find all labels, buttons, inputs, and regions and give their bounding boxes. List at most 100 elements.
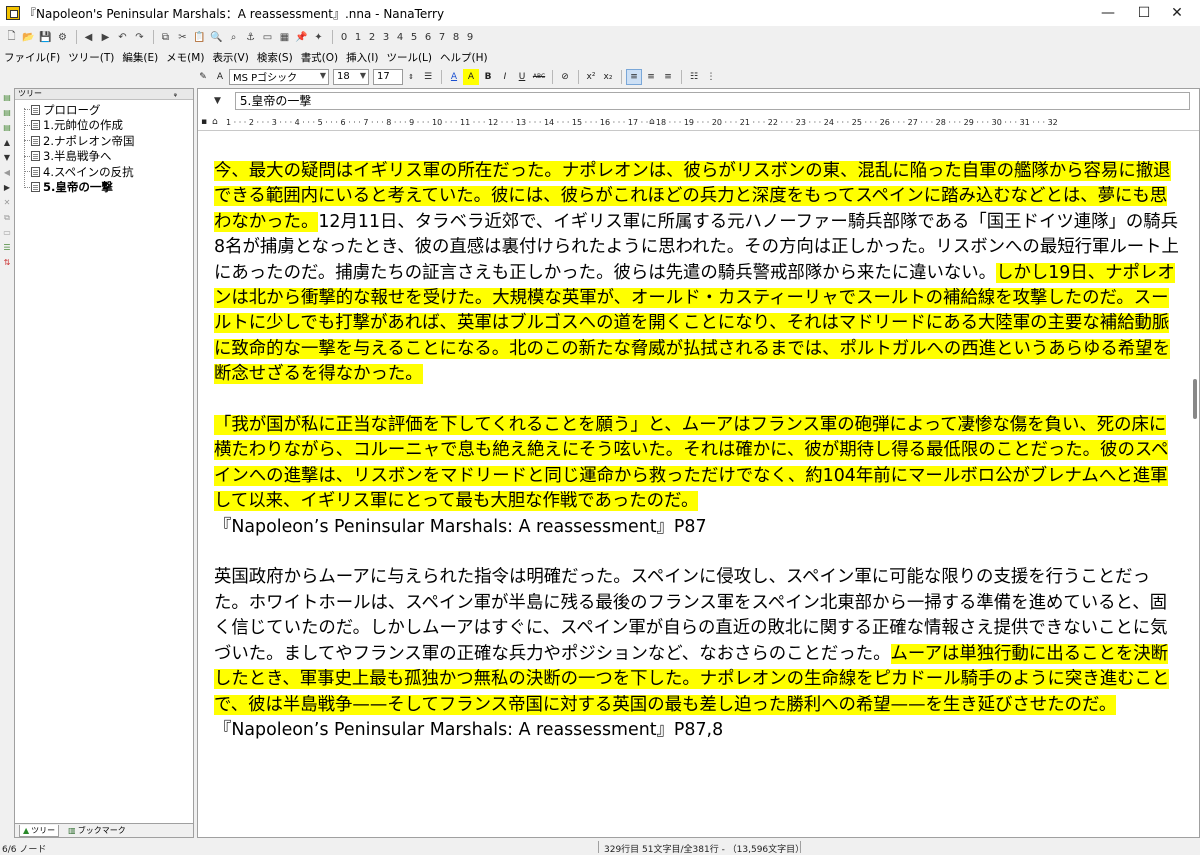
delete-node-icon[interactable]: ✕ [2, 198, 12, 208]
settings-icon[interactable]: ⚙ [55, 30, 70, 45]
align-left-icon[interactable]: ≡ [626, 68, 642, 85]
menu-file[interactable]: ファイル(F) [4, 50, 60, 65]
move-right-icon[interactable]: ▶ [2, 183, 12, 193]
sort-icon[interactable]: ⇅ [2, 258, 12, 268]
anchor-icon[interactable]: ⚓ [243, 30, 258, 45]
ruler[interactable]: ▪ ⌂ 1 · · · 2 · · · 3 · · · 4 · · · 5 · … [198, 115, 1199, 133]
plugin-icon[interactable]: ✦ [311, 30, 326, 45]
superscript-button[interactable]: x² [583, 69, 599, 85]
jump-2-button[interactable]: 2 [365, 32, 379, 43]
bold-button[interactable]: B [480, 69, 496, 85]
jump-0-button[interactable]: 0 [337, 32, 351, 43]
menu-memo[interactable]: メモ(M) [166, 50, 204, 65]
add-sibling-icon[interactable]: ▤ [2, 123, 12, 133]
clear-format-icon[interactable]: ⊘ [557, 69, 573, 85]
jump-9-button[interactable]: 9 [463, 32, 477, 43]
menu-view[interactable]: 表示(V) [212, 50, 248, 65]
jump-4-button[interactable]: 4 [393, 32, 407, 43]
italic-button[interactable]: I [497, 69, 513, 85]
separator [578, 69, 579, 84]
paste-icon[interactable]: 📋 [192, 30, 207, 45]
tab-stop-icon[interactable]: ▪ [201, 117, 207, 127]
paste-node-icon[interactable]: ▭ [2, 228, 12, 238]
align-right-icon[interactable]: ≡ [660, 69, 676, 85]
font-color-button[interactable]: A [446, 69, 462, 85]
spin-icon[interactable]: ⇕ [403, 69, 419, 85]
paragraph-2: 「我が国が私に正当な評価を下してくれることを願う」と、ムーアはフランス軍の砲弾に… [214, 413, 1180, 515]
menu-insert[interactable]: 挿入(I) [346, 50, 378, 65]
align-center-icon[interactable]: ≡ [643, 69, 659, 85]
separator [552, 69, 553, 84]
right-indent-icon[interactable]: ⌂ [649, 117, 655, 127]
cut-icon[interactable]: ✂ [175, 30, 190, 45]
separator [332, 30, 333, 44]
close-button[interactable]: ✕ [1154, 0, 1200, 26]
copy-node-icon[interactable]: ⧉ [2, 213, 12, 223]
move-left-icon[interactable]: ◀ [2, 168, 12, 178]
document-text[interactable]: 今、最大の疑問はイギリス軍の所在だった。ナポレオンは、彼らがリスボンの東、混乱に… [214, 159, 1180, 743]
paragraph-1: 今、最大の疑問はイギリス軍の所在だった。ナポレオンは、彼らがリスボンの東、混乱に… [214, 159, 1180, 388]
numbered-list-icon[interactable]: ⋮ [703, 69, 719, 85]
window-icon[interactable]: ▭ [260, 30, 275, 45]
new-file-icon[interactable]: 🗋 [4, 30, 19, 45]
open-folder-icon[interactable]: 📂 [21, 30, 36, 45]
underline-button[interactable]: U [514, 69, 530, 85]
tree-item-prologue[interactable]: プロローグ [19, 102, 193, 118]
node-title-input[interactable]: 5.皇帝の一撃 [234, 91, 1190, 110]
left-indent-icon[interactable]: ⌂ [212, 117, 218, 127]
vertical-scrollbar-thumb[interactable] [1193, 379, 1197, 419]
image-icon[interactable]: ▦ [277, 30, 292, 45]
menu-help[interactable]: ヘルプ(H) [440, 50, 488, 65]
move-up-icon[interactable]: ▲ [2, 138, 12, 148]
tree-item-4[interactable]: 4.スペインの反抗 [19, 164, 193, 180]
tree-item-label: 1.元帥位の作成 [43, 118, 123, 133]
tab-label: ブックマーク [77, 826, 126, 835]
add-node-icon[interactable]: ▤ [2, 93, 12, 103]
undo-icon[interactable]: ↶ [115, 30, 130, 45]
back-icon[interactable]: ◀ [81, 30, 96, 45]
save-icon[interactable]: 💾 [38, 30, 53, 45]
redo-icon[interactable]: ↷ [132, 30, 147, 45]
tab-tree[interactable]: ▲ ツリー [19, 824, 60, 837]
jump-8-button[interactable]: 8 [449, 32, 463, 43]
separator [76, 30, 77, 44]
tree-connector [24, 155, 30, 157]
tree-item-1[interactable]: 1.元帥位の作成 [19, 118, 193, 134]
move-down-icon[interactable]: ▼ [2, 153, 12, 163]
subscript-button[interactable]: x₂ [600, 69, 616, 85]
forward-icon[interactable]: ▶ [98, 30, 113, 45]
menu-tree[interactable]: ツリー(T) [68, 50, 114, 65]
jump-7-button[interactable]: 7 [435, 32, 449, 43]
find-icon[interactable]: 🔍 [209, 30, 224, 45]
menu-edit[interactable]: 編集(E) [122, 50, 158, 65]
cursor-position-status: 329行目 51文字目/全381行 - （13,596文字目） [604, 845, 805, 855]
page-icon [31, 182, 40, 193]
jump-1-button[interactable]: 1 [351, 32, 365, 43]
jump-5-button[interactable]: 5 [407, 32, 421, 43]
pin-icon[interactable]: ᵩ [174, 89, 177, 99]
menu-search[interactable]: 検索(S) [257, 50, 293, 65]
style-icon[interactable]: ✎ [195, 69, 211, 85]
menu-tools[interactable]: ツール(L) [386, 50, 432, 65]
add-child-icon[interactable]: ▤ [2, 108, 12, 118]
jump-3-button[interactable]: 3 [379, 32, 393, 43]
strike-button[interactable]: ABC [531, 69, 547, 85]
copy-icon[interactable]: ⧉ [158, 30, 173, 45]
menu-format[interactable]: 書式(O) [301, 50, 338, 65]
highlight-color-button[interactable]: A [463, 68, 479, 85]
line-spacing-input[interactable]: 17 [373, 68, 403, 85]
tree-item-5[interactable]: 5.皇帝の一撃 [19, 180, 193, 196]
font-name-select[interactable]: MS Pゴシック ▼ [229, 68, 329, 85]
tab-bookmark[interactable]: ▥ ブックマーク [65, 825, 129, 837]
binoculars-icon[interactable]: ⌕ [226, 30, 241, 45]
tab-label: ツリー [31, 825, 56, 835]
tree-item-3[interactable]: 3.半島戦争へ [19, 149, 193, 165]
tree-item-2[interactable]: 2.ナポレオン帝国 [19, 133, 193, 149]
pin-icon[interactable]: 📌 [294, 30, 309, 45]
expand-icon[interactable]: ☰ [2, 243, 12, 253]
heading-dropdown-icon[interactable]: ▼ [214, 96, 221, 106]
bullet-list-icon[interactable]: ☷ [686, 69, 702, 85]
jump-6-button[interactable]: 6 [421, 32, 435, 43]
font-size-select[interactable]: 18 ▼ [333, 68, 369, 85]
paragraph-icon[interactable]: ☰ [420, 69, 436, 85]
